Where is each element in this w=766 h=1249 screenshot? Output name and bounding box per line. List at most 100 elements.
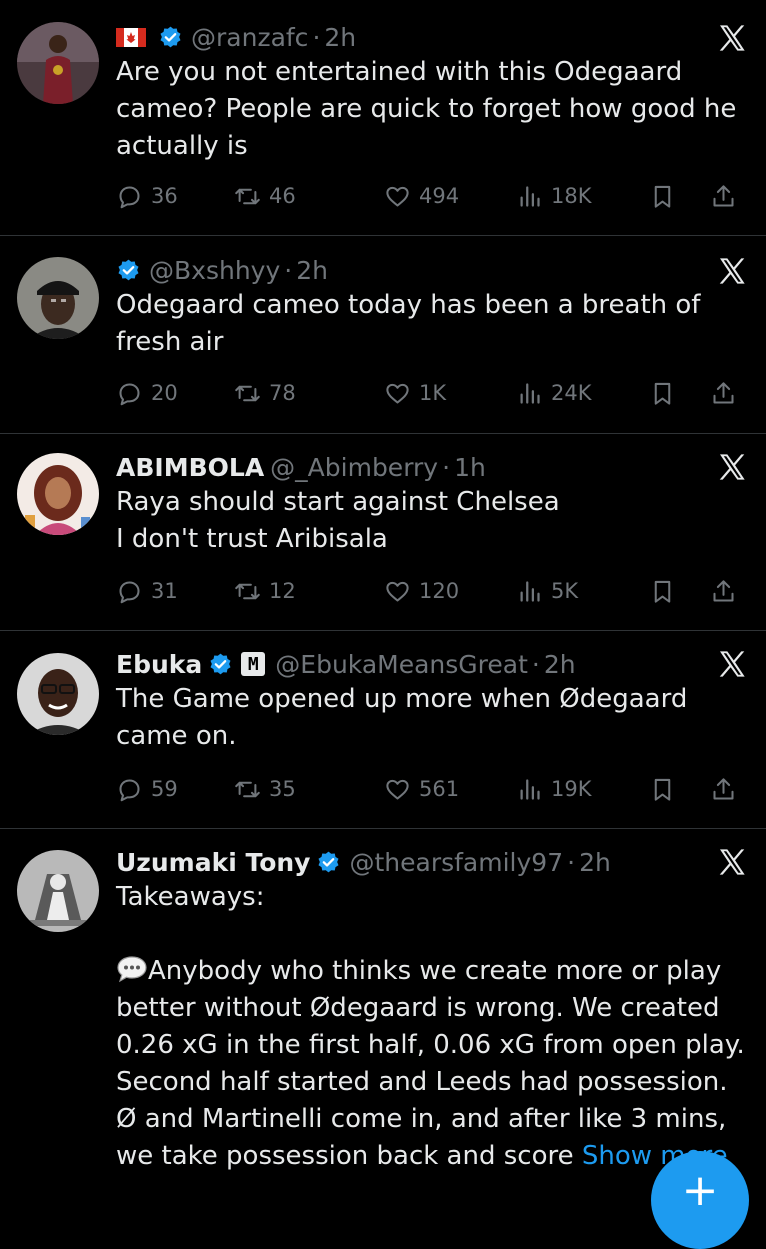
verified-badge-icon [318, 851, 339, 872]
like-count: 561 [419, 777, 460, 801]
like-button[interactable]: 120 [384, 576, 459, 606]
x-logo-icon[interactable] [716, 648, 748, 680]
like-count: 494 [419, 184, 460, 208]
tweet-text: Are you not entertained with this Odegaa… [116, 57, 745, 161]
compose-button[interactable]: + [651, 1151, 749, 1249]
tweet-username[interactable]: Uzumaki Tony [116, 848, 310, 877]
bookmark-icon [654, 382, 671, 405]
tweet-handle[interactable]: @ranzafc [191, 23, 308, 52]
reply-icon [119, 185, 140, 208]
tweet[interactable]: ABIMBOLA @_Abimberry · 1h Raya should st… [0, 433, 766, 631]
tweet-header: Uzumaki Tony @thearsfamily97 · 2h [116, 845, 750, 879]
heart-icon [386, 186, 409, 207]
verified-badge-icon [118, 259, 139, 280]
canada-flag-icon [116, 27, 146, 47]
bookmark-button[interactable] [649, 774, 684, 804]
views-count: 18K [551, 184, 592, 208]
reply-icon [119, 580, 140, 603]
tweet-handle[interactable]: @_Abimberry [270, 453, 438, 482]
reply-button[interactable]: 36 [116, 181, 178, 211]
reply-button[interactable]: 59 [116, 774, 178, 804]
tweet-actions: 59 35 561 19K [116, 774, 748, 804]
like-count: 120 [419, 579, 460, 603]
share-icon [713, 777, 734, 800]
tweet-time[interactable]: 1h [454, 453, 486, 482]
bookmark-icon [654, 580, 671, 603]
tweet-handle[interactable]: @EbukaMeansGreat [275, 650, 528, 679]
views-count: 24K [551, 381, 592, 405]
reply-count: 20 [151, 381, 178, 405]
tweet[interactable]: Uzumaki Tony @thearsfamily97 · 2h Takeaw… [0, 828, 766, 1200]
x-logo-icon[interactable] [716, 255, 748, 287]
tweet-header: ABIMBOLA @_Abimberry · 1h [116, 450, 750, 484]
share-icon [713, 184, 734, 207]
share-icon [713, 579, 734, 602]
reply-button[interactable]: 31 [116, 576, 178, 606]
avatar[interactable] [17, 453, 99, 535]
views-count: 19K [551, 777, 592, 801]
separator-dot: · [531, 649, 540, 679]
tweet-text: The Game opened up more when Ødegaard ca… [116, 684, 696, 751]
share-button[interactable] [710, 576, 745, 606]
affiliation-badge[interactable]: M [241, 652, 266, 676]
views-button[interactable]: 24K [516, 378, 592, 408]
retweet-button[interactable]: 46 [234, 181, 296, 211]
avatar[interactable] [17, 257, 99, 339]
views-button[interactable]: 18K [516, 181, 592, 211]
reply-count: 31 [151, 579, 178, 603]
share-button[interactable] [710, 181, 745, 211]
avatar[interactable] [17, 653, 99, 735]
like-button[interactable]: 1K [384, 378, 446, 408]
tweet[interactable]: @ranzafc · 2h Are you not entertained wi… [0, 0, 766, 236]
tweet-time[interactable]: 2h [324, 23, 356, 52]
retweet-count: 46 [269, 184, 296, 208]
x-logo-icon[interactable] [716, 846, 748, 878]
views-icon [520, 580, 540, 602]
x-logo-icon[interactable] [716, 22, 748, 54]
retweet-count: 78 [269, 381, 296, 405]
avatar[interactable] [17, 22, 99, 104]
retweet-count: 35 [269, 777, 296, 801]
bookmark-button[interactable] [649, 576, 684, 606]
retweet-button[interactable]: 78 [234, 378, 296, 408]
heart-icon [386, 779, 409, 800]
tweet-text: Takeaways: Anybody who thinks we create … [116, 879, 750, 1175]
x-logo-icon[interactable] [716, 451, 748, 483]
tweet-handle[interactable]: @Bxshhyy [149, 256, 280, 285]
tweet-time[interactable]: 2h [544, 650, 576, 679]
like-count: 1K [419, 381, 447, 405]
retweet-button[interactable]: 35 [234, 774, 296, 804]
share-button[interactable] [710, 774, 745, 804]
tweet[interactable]: Ebuka M @EbukaMeansGreat · 2h The Game o… [0, 630, 766, 829]
tweet-username[interactable]: ABIMBOLA [116, 453, 264, 482]
reply-button[interactable]: 20 [116, 378, 178, 408]
retweet-icon [235, 188, 260, 204]
retweet-button[interactable]: 12 [234, 576, 296, 606]
retweet-icon [235, 583, 260, 599]
bookmark-icon [654, 185, 671, 208]
share-button[interactable] [710, 378, 745, 408]
separator-dot: · [312, 22, 321, 52]
like-button[interactable]: 561 [384, 774, 459, 804]
tweet-text: Odegaard cameo today has been a breath o… [116, 290, 709, 357]
tweet-header: @Bxshhyy · 2h [116, 253, 750, 287]
heart-icon [386, 581, 409, 602]
tweet-handle[interactable]: @thearsfamily97 [349, 848, 563, 877]
tweet-time[interactable]: 2h [296, 256, 328, 285]
tweet-header: Ebuka M @EbukaMeansGreat · 2h [116, 647, 750, 681]
tweet-text-intro: Takeaways: [116, 882, 265, 912]
bookmark-button[interactable] [649, 378, 684, 408]
tweet-username[interactable]: Ebuka [116, 650, 202, 679]
retweet-count: 12 [269, 579, 296, 603]
views-button[interactable]: 19K [516, 774, 592, 804]
share-icon [713, 381, 734, 404]
tweet-time[interactable]: 2h [579, 848, 611, 877]
verified-badge-icon [210, 653, 231, 674]
avatar[interactable] [17, 850, 99, 932]
views-button[interactable]: 5K [516, 576, 578, 606]
like-button[interactable]: 494 [384, 181, 459, 211]
tweet[interactable]: @Bxshhyy · 2h Odegaard cameo today has b… [0, 235, 766, 434]
separator-dot: · [284, 255, 293, 285]
bookmark-button[interactable] [649, 181, 684, 211]
separator-dot: · [567, 847, 576, 877]
